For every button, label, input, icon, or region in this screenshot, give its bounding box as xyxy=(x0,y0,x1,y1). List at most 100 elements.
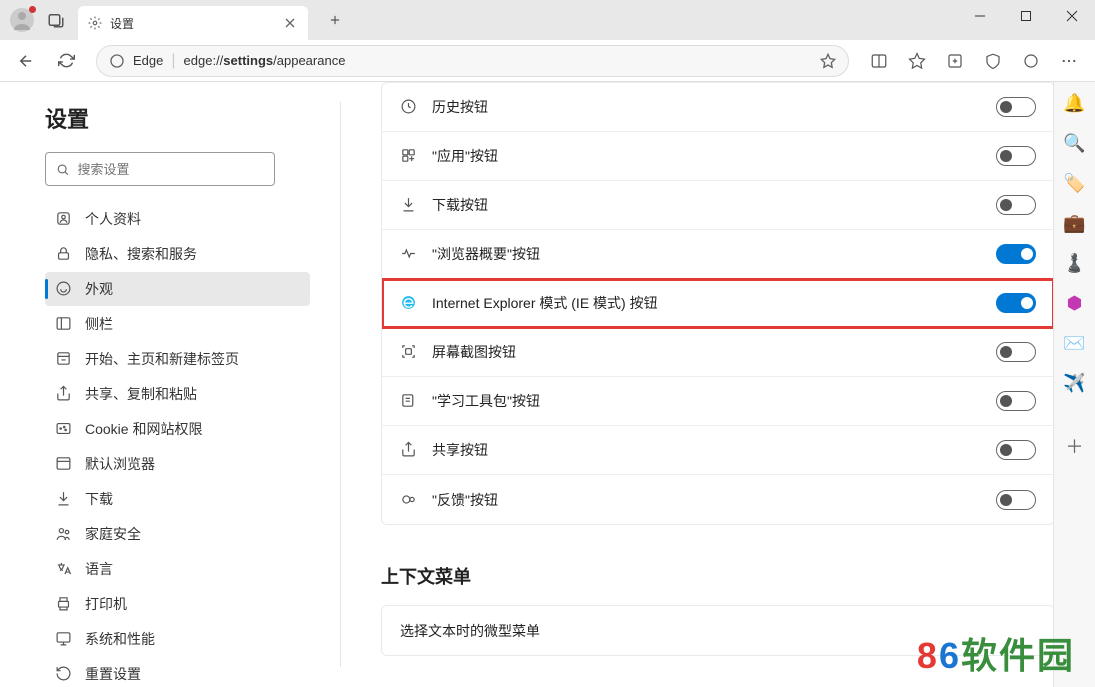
settings-search[interactable] xyxy=(45,152,275,186)
setting-label: 下载按钮 xyxy=(432,195,982,215)
nav-label: 个人资料 xyxy=(85,209,141,229)
gear-icon xyxy=(88,16,102,30)
sidebar-outlook-icon[interactable]: ✉️ xyxy=(1064,332,1086,354)
nav-item-lock[interactable]: 隐私、搜索和服务 xyxy=(45,237,310,271)
nav-item-profile[interactable]: 个人资料 xyxy=(45,202,310,236)
refresh-button[interactable] xyxy=(48,43,84,79)
sidebar-send-icon[interactable]: ✈️ xyxy=(1064,372,1086,394)
browser-icon xyxy=(55,455,73,473)
setting-feedback: "反馈"按钮 xyxy=(382,475,1054,524)
address-path: edge://settings/appearance xyxy=(184,53,346,68)
nav-item-appearance[interactable]: 外观 xyxy=(45,272,310,306)
nav-item-system[interactable]: 系统和性能 xyxy=(45,622,310,656)
screenshot-icon xyxy=(400,343,418,361)
profile-avatar-icon[interactable] xyxy=(10,8,34,32)
toggle-ie[interactable] xyxy=(996,293,1036,313)
address-bar[interactable]: Edge | edge://settings/appearance xyxy=(96,45,849,77)
nav-label: 家庭安全 xyxy=(85,524,141,544)
profile-icon xyxy=(55,210,73,228)
sidebar-search-icon[interactable]: 🔍 xyxy=(1064,132,1086,154)
nav-item-share[interactable]: 共享、复制和粘贴 xyxy=(45,377,310,411)
sidebar-add-icon[interactable]: ＋ xyxy=(1064,435,1086,457)
nav-item-cookie[interactable]: Cookie 和网站权限 xyxy=(45,412,310,446)
toggle-share[interactable] xyxy=(996,440,1036,460)
ie-mode-icon[interactable] xyxy=(1013,43,1049,79)
settings-main: 历史按钮 "应用"按钮 下载按钮 "浏览器概要"按钮 Internet Expl… xyxy=(341,82,1095,687)
nav-item-sidebar[interactable]: 侧栏 xyxy=(45,307,310,341)
sidebar-games-icon[interactable]: ♟️ xyxy=(1064,252,1086,274)
system-icon xyxy=(55,630,73,648)
new-tab-button[interactable] xyxy=(320,5,350,35)
favorites-icon[interactable] xyxy=(899,43,935,79)
edge-sidebar: 🔔 🔍 🏷️ 💼 ♟️ ⬢ ✉️ ✈️ ＋ xyxy=(1053,82,1095,687)
setting-heart: "浏览器概要"按钮 xyxy=(382,230,1054,279)
nav-item-home[interactable]: 开始、主页和新建标签页 xyxy=(45,342,310,376)
nav-item-family[interactable]: 家庭安全 xyxy=(45,517,310,551)
nav-label: 系统和性能 xyxy=(85,629,155,649)
close-icon[interactable] xyxy=(282,15,298,31)
minimize-button[interactable] xyxy=(957,0,1003,32)
browser-tab[interactable]: 设置 xyxy=(78,6,308,40)
favorite-star-icon[interactable] xyxy=(820,53,836,69)
back-button[interactable] xyxy=(8,43,44,79)
lock-icon xyxy=(55,245,73,263)
watermark: 86软件园 xyxy=(917,627,1075,679)
sidebar-office-icon[interactable]: ⬢ xyxy=(1064,292,1086,314)
collections-icon[interactable] xyxy=(937,43,973,79)
section-heading: 上下文菜单 xyxy=(381,563,1055,589)
toggle-apps[interactable] xyxy=(996,146,1036,166)
search-input[interactable] xyxy=(77,162,264,177)
tab-title: 设置 xyxy=(110,15,274,32)
setting-label: 历史按钮 xyxy=(432,97,982,117)
feedback-icon xyxy=(400,491,418,509)
more-menu-icon[interactable] xyxy=(1051,43,1087,79)
sidebar-tools-icon[interactable]: 💼 xyxy=(1064,212,1086,234)
setting-label: "学习工具包"按钮 xyxy=(432,391,982,411)
titlebar-left: 设置 xyxy=(0,0,350,40)
family-icon xyxy=(55,525,73,543)
nav-item-language[interactable]: 语言 xyxy=(45,552,310,586)
nav-label: Cookie 和网站权限 xyxy=(85,419,202,439)
sidebar-shopping-icon[interactable]: 🏷️ xyxy=(1064,172,1086,194)
nav-label: 下载 xyxy=(85,489,113,509)
setting-label: "浏览器概要"按钮 xyxy=(432,244,982,264)
nav-item-browser[interactable]: 默认浏览器 xyxy=(45,447,310,481)
browser-essentials-icon[interactable] xyxy=(975,43,1011,79)
sidebar-notification-icon[interactable]: 🔔 xyxy=(1064,92,1086,114)
download-icon xyxy=(400,196,418,214)
setting-label: "反馈"按钮 xyxy=(432,490,982,510)
share-icon xyxy=(55,385,73,403)
nav-label: 重置设置 xyxy=(85,664,141,684)
setting-learning: "学习工具包"按钮 xyxy=(382,377,1054,426)
nav-label: 外观 xyxy=(85,279,113,299)
setting-label: "应用"按钮 xyxy=(432,146,982,166)
tab-actions-icon[interactable] xyxy=(42,6,70,34)
nav-label: 开始、主页和新建标签页 xyxy=(85,349,239,369)
nav-label: 默认浏览器 xyxy=(85,454,155,474)
settings-sidebar: 设置 个人资料隐私、搜索和服务外观侧栏开始、主页和新建标签页共享、复制和粘贴Co… xyxy=(0,82,340,687)
settings-nav: 个人资料隐私、搜索和服务外观侧栏开始、主页和新建标签页共享、复制和粘贴 Cooki… xyxy=(45,202,310,687)
cookie-icon xyxy=(55,420,73,438)
toggle-download[interactable] xyxy=(996,195,1036,215)
reset-icon xyxy=(55,665,73,683)
nav-item-download[interactable]: 下载 xyxy=(45,482,310,516)
setting-screenshot: 屏幕截图按钮 xyxy=(382,328,1054,377)
split-screen-icon[interactable] xyxy=(861,43,897,79)
toggle-screenshot[interactable] xyxy=(996,342,1036,362)
toggle-history[interactable] xyxy=(996,97,1036,117)
maximize-button[interactable] xyxy=(1003,0,1049,32)
nav-label: 打印机 xyxy=(85,594,127,614)
nav-item-printer[interactable]: 打印机 xyxy=(45,587,310,621)
share-icon xyxy=(400,441,418,459)
nav-item-reset[interactable]: 重置设置 xyxy=(45,657,310,687)
setting-download: 下载按钮 xyxy=(382,181,1054,230)
toggle-learning[interactable] xyxy=(996,391,1036,411)
toggle-feedback[interactable] xyxy=(996,490,1036,510)
toggle-heart[interactable] xyxy=(996,244,1036,264)
appearance-icon xyxy=(55,280,73,298)
close-button[interactable] xyxy=(1049,0,1095,32)
settings-content: 设置 个人资料隐私、搜索和服务外观侧栏开始、主页和新建标签页共享、复制和粘贴Co… xyxy=(0,82,1095,687)
window-controls xyxy=(957,0,1095,32)
edge-logo-icon xyxy=(109,53,125,69)
language-icon xyxy=(55,560,73,578)
